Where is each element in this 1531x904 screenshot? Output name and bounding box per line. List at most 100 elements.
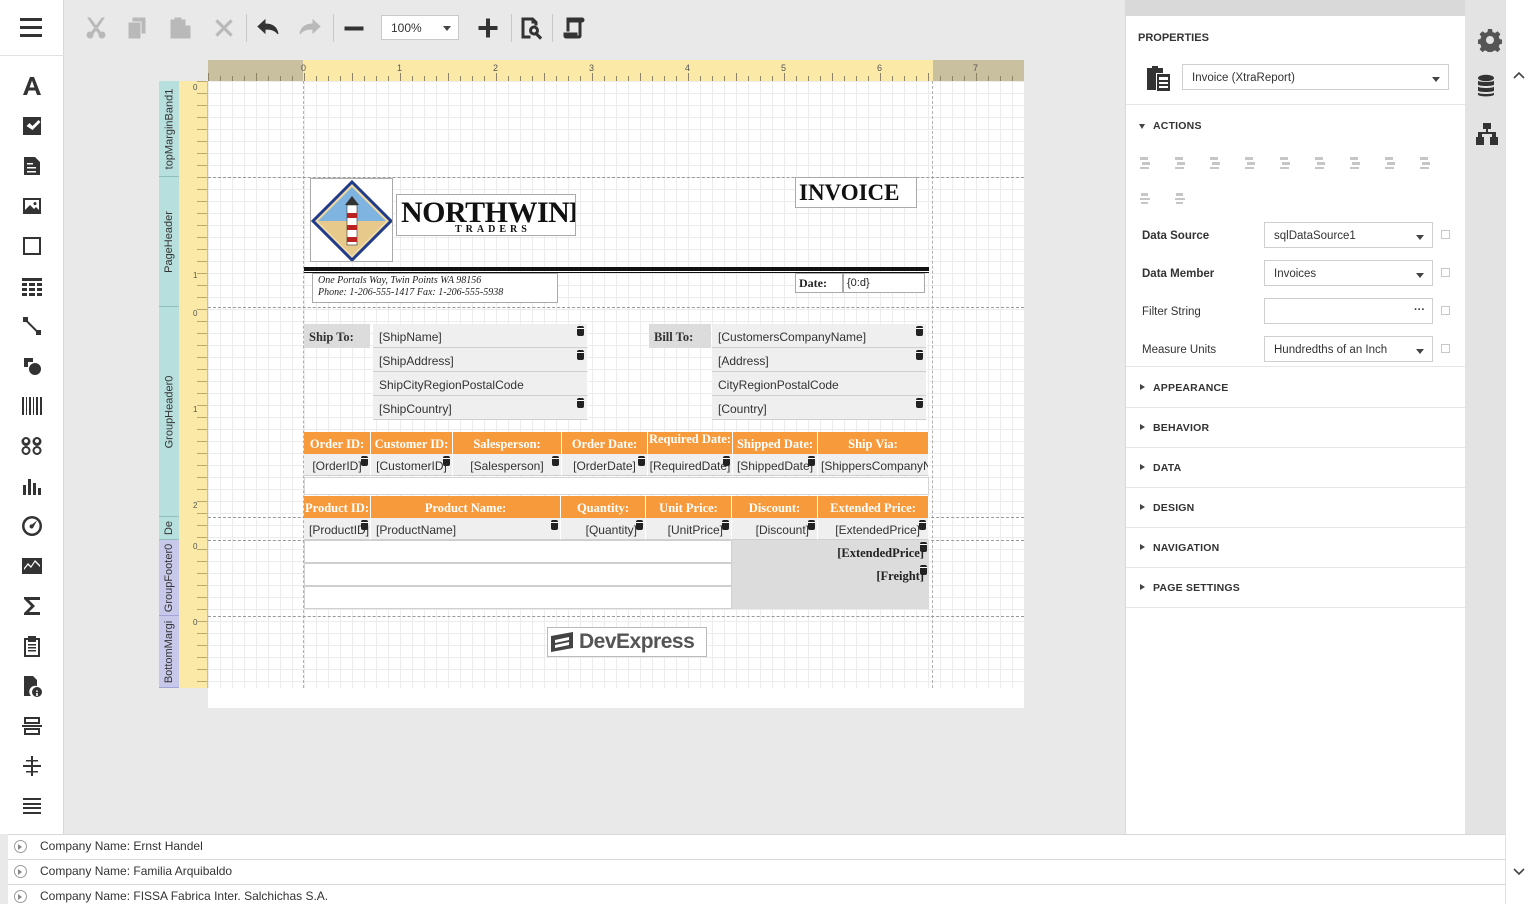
order-header-cell[interactable]: Required Date:: [648, 432, 733, 454]
report-explorer-tab[interactable]: [1476, 122, 1498, 149]
product-header-cell[interactable]: Extended Price:: [818, 496, 929, 518]
band-label-bottom-margin[interactable]: BottomMargi: [159, 616, 179, 688]
picture-tool[interactable]: [14, 190, 50, 222]
chart-tool[interactable]: [14, 470, 50, 502]
cross-band-line-tool[interactable]: [14, 750, 50, 782]
checkbox-tool[interactable]: [14, 110, 50, 142]
product-header-cell[interactable]: Quantity:: [561, 496, 646, 518]
company-address[interactable]: One Portals Way, Twin Points WA 98156 Ph…: [312, 273, 558, 303]
product-value-cell[interactable]: [ExtendedPrice]: [818, 518, 929, 540]
align-action-icon[interactable]: [1243, 156, 1257, 170]
align-action-icon[interactable]: [1138, 191, 1152, 205]
band-label-group-header[interactable]: GroupHeader0: [159, 307, 179, 517]
total-extended-price[interactable]: [ExtendedPrice]: [732, 543, 924, 563]
align-action-icon[interactable]: [1313, 156, 1327, 170]
vertical-scrollbar[interactable]: [1505, 0, 1531, 834]
product-value-cell[interactable]: [Discount]: [732, 518, 818, 540]
address-field[interactable]: CityRegionPostalCode: [712, 372, 927, 396]
section-actions[interactable]: ACTIONS: [1126, 106, 1466, 146]
align-action-icon[interactable]: [1383, 156, 1397, 170]
page-info-tool[interactable]: [14, 670, 50, 702]
line-tool[interactable]: [14, 310, 50, 342]
property-value-editor[interactable]: Invoices: [1264, 260, 1433, 286]
page-break-tool[interactable]: [14, 710, 50, 742]
property-value-editor[interactable]: sqlDataSource1: [1264, 222, 1433, 248]
address-field[interactable]: [ShipName]: [373, 324, 588, 348]
report-page[interactable]: NORTHWIND TRADERS INVOICE One Portals Wa…: [208, 81, 1024, 708]
address-field[interactable]: [ShipAddress]: [373, 348, 588, 372]
barcode-tool[interactable]: [14, 390, 50, 422]
label-tool[interactable]: [14, 70, 50, 102]
gauge-tool[interactable]: [14, 510, 50, 542]
property-value-editor[interactable]: ···: [1264, 298, 1433, 324]
section-page-settings[interactable]: PAGE SETTINGS: [1126, 568, 1466, 608]
company-name-box[interactable]: NORTHWIND TRADERS: [396, 194, 576, 236]
shape-tool[interactable]: [14, 350, 50, 382]
product-header-cell[interactable]: Unit Price:: [646, 496, 732, 518]
align-action-icon[interactable]: [1418, 156, 1432, 170]
devexpress-logo[interactable]: DevExpress: [547, 627, 707, 657]
list-item[interactable]: Company Name: Ernst Handel: [8, 835, 1505, 860]
address-field[interactable]: ShipCityRegionPostalCode: [373, 372, 588, 396]
table-of-contents-tool[interactable]: [14, 630, 50, 662]
date-label[interactable]: Date:: [795, 273, 843, 293]
redo-button[interactable]: [294, 12, 326, 44]
align-action-icon[interactable]: [1348, 156, 1362, 170]
band-label-page-header[interactable]: PageHeader: [159, 177, 179, 307]
character-comb-tool[interactable]: [14, 430, 50, 462]
order-header-cell[interactable]: Order ID:: [304, 432, 371, 454]
list-scrollbar[interactable]: [1505, 834, 1531, 904]
order-value-cell[interactable]: [RequiredDate]: [648, 454, 733, 476]
address-field[interactable]: [CustomersCompanyName]: [712, 324, 927, 348]
summary-tool[interactable]: [14, 590, 50, 622]
list-item[interactable]: Company Name: FISSA Fabrica Inter. Salch…: [8, 885, 1505, 904]
order-value-cell[interactable]: [Salesperson]: [453, 454, 562, 476]
paste-button[interactable]: [164, 12, 196, 44]
order-header-cell[interactable]: Salesperson:: [453, 432, 562, 454]
zoom-select[interactable]: 100%: [381, 15, 459, 40]
section-data[interactable]: DATA: [1126, 448, 1466, 488]
bill-to-label[interactable]: Bill To:: [649, 324, 711, 348]
property-checkbox[interactable]: [1441, 306, 1450, 315]
product-header-cell[interactable]: Product ID:: [304, 496, 371, 518]
band-label-detail[interactable]: De: [159, 517, 179, 540]
ship-to-label[interactable]: Ship To:: [304, 324, 370, 348]
property-value-editor[interactable]: Hundredths of an Inch: [1264, 336, 1433, 362]
align-action-icon[interactable]: [1173, 156, 1187, 170]
order-value-cell[interactable]: [ShippersCompanyName]: [818, 454, 929, 476]
band-label-group-footer[interactable]: GroupFooter0: [159, 540, 179, 616]
address-field[interactable]: [Country]: [712, 396, 927, 420]
rich-text-tool[interactable]: [14, 150, 50, 182]
invoice-title[interactable]: INVOICE: [795, 177, 917, 208]
date-value[interactable]: {0:d}: [843, 273, 925, 293]
total-freight[interactable]: [Freight]: [732, 566, 924, 586]
order-value-cell[interactable]: [CustomerID]: [371, 454, 453, 476]
design-surface[interactable]: 0 1 2 3 4 5 6 7 topMarginBand1 PageHeader Group…: [64, 56, 1125, 834]
scripts-button[interactable]: [558, 12, 590, 44]
zoom-in-button[interactable]: [472, 12, 504, 44]
table-tool[interactable]: [14, 270, 50, 302]
hamburger-menu-button[interactable]: [0, 0, 64, 56]
section-design[interactable]: DESIGN: [1126, 488, 1466, 528]
delete-button[interactable]: [208, 12, 240, 44]
product-value-cell[interactable]: [Quantity]: [561, 518, 646, 540]
expand-icon[interactable]: [14, 865, 27, 878]
align-action-icon[interactable]: [1173, 191, 1187, 205]
panel-tool[interactable]: [14, 230, 50, 262]
order-header-cell[interactable]: Shipped Date:: [733, 432, 818, 454]
expand-icon[interactable]: [14, 890, 27, 903]
northwind-logo[interactable]: [310, 178, 393, 262]
order-header-cell[interactable]: Ship Via:: [818, 432, 929, 454]
align-action-icon[interactable]: [1278, 156, 1292, 170]
product-value-cell[interactable]: [ProductName]: [371, 518, 561, 540]
component-select[interactable]: Invoice (XtraReport): [1182, 64, 1449, 90]
list-item[interactable]: Company Name: Familia Arquibaldo: [8, 860, 1505, 885]
property-checkbox[interactable]: [1441, 268, 1450, 277]
settings-button[interactable]: [1477, 28, 1503, 55]
property-checkbox[interactable]: [1441, 344, 1450, 353]
cut-button[interactable]: [80, 12, 112, 44]
section-appearance[interactable]: APPEARANCE: [1126, 368, 1466, 408]
align-action-icon[interactable]: [1208, 156, 1222, 170]
expand-icon[interactable]: [14, 840, 27, 853]
section-navigation[interactable]: NAVIGATION: [1126, 528, 1466, 568]
